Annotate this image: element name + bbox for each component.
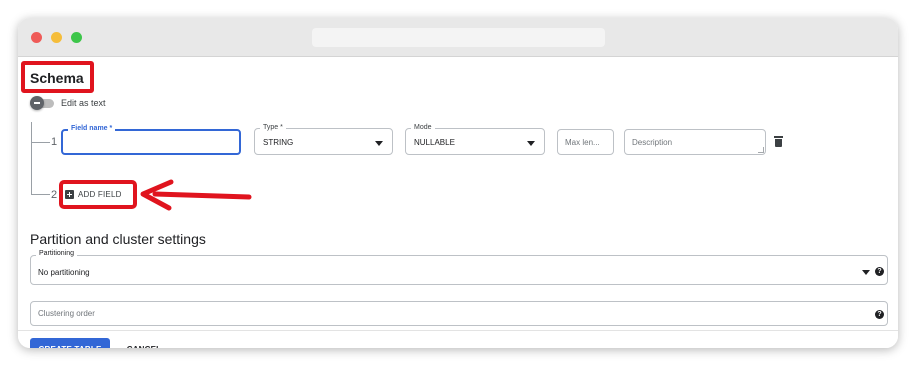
partitioning-label: Partitioning xyxy=(36,250,78,257)
caret-down-icon xyxy=(527,141,535,146)
clustering-placeholder: Clustering order xyxy=(38,309,95,318)
type-select[interactable]: Type * STRING xyxy=(254,124,393,155)
browser-window: Schema Edit as text 1 2 Field name * Typ… xyxy=(18,18,898,348)
minimize-window-button[interactable] xyxy=(51,32,62,43)
mode-label: Mode xyxy=(411,124,435,131)
window-titlebar xyxy=(18,18,898,57)
schema-tree-line xyxy=(31,122,32,195)
toggle-knob xyxy=(30,96,44,110)
create-table-panel: Schema Edit as text 1 2 Field name * Typ… xyxy=(18,57,898,348)
max-length-placeholder: Max len... xyxy=(565,138,600,147)
row-number: 2 xyxy=(51,189,58,201)
caret-down-icon xyxy=(862,270,870,275)
description-input[interactable]: Description xyxy=(624,129,766,155)
partition-heading: Partition and cluster settings xyxy=(30,231,206,247)
row-number: 1 xyxy=(51,136,58,148)
partitioning-select[interactable]: Partitioning No partitioning ? xyxy=(30,250,888,285)
max-length-input[interactable]: Max len... xyxy=(557,129,614,155)
annotation-arrow xyxy=(140,179,252,211)
edit-as-text-label: Edit as text xyxy=(61,98,106,108)
resize-handle-icon[interactable] xyxy=(758,147,764,153)
close-window-button[interactable] xyxy=(31,32,42,43)
schema-tree-branch xyxy=(31,194,50,195)
type-label: Type * xyxy=(260,124,286,131)
cancel-button[interactable]: CANCEL xyxy=(122,338,166,348)
type-value: STRING xyxy=(263,138,294,147)
field-name-input[interactable]: Field name * xyxy=(61,125,241,155)
partitioning-value: No partitioning xyxy=(38,268,90,277)
edit-as-text-toggle[interactable] xyxy=(30,96,56,110)
field-name-label: Field name * xyxy=(68,125,116,132)
caret-down-icon xyxy=(375,141,383,146)
mode-value: NULLABLE xyxy=(414,138,455,147)
add-field-highlight-box xyxy=(59,180,137,209)
clustering-order-input[interactable]: Clustering order ? xyxy=(30,301,888,326)
trash-icon[interactable] xyxy=(774,136,783,147)
address-bar[interactable] xyxy=(312,28,605,47)
schema-highlight-box xyxy=(21,61,94,93)
create-table-button[interactable]: CREATE TABLE xyxy=(30,338,110,348)
help-icon[interactable]: ? xyxy=(875,310,884,319)
trash-bin xyxy=(775,139,782,147)
maximize-window-button[interactable] xyxy=(71,32,82,43)
description-placeholder: Description xyxy=(632,138,673,147)
footer-divider xyxy=(18,330,898,331)
help-icon[interactable]: ? xyxy=(875,267,884,276)
trash-lid xyxy=(774,136,783,138)
schema-tree-branch xyxy=(31,142,50,143)
mode-select[interactable]: Mode NULLABLE xyxy=(405,124,545,155)
